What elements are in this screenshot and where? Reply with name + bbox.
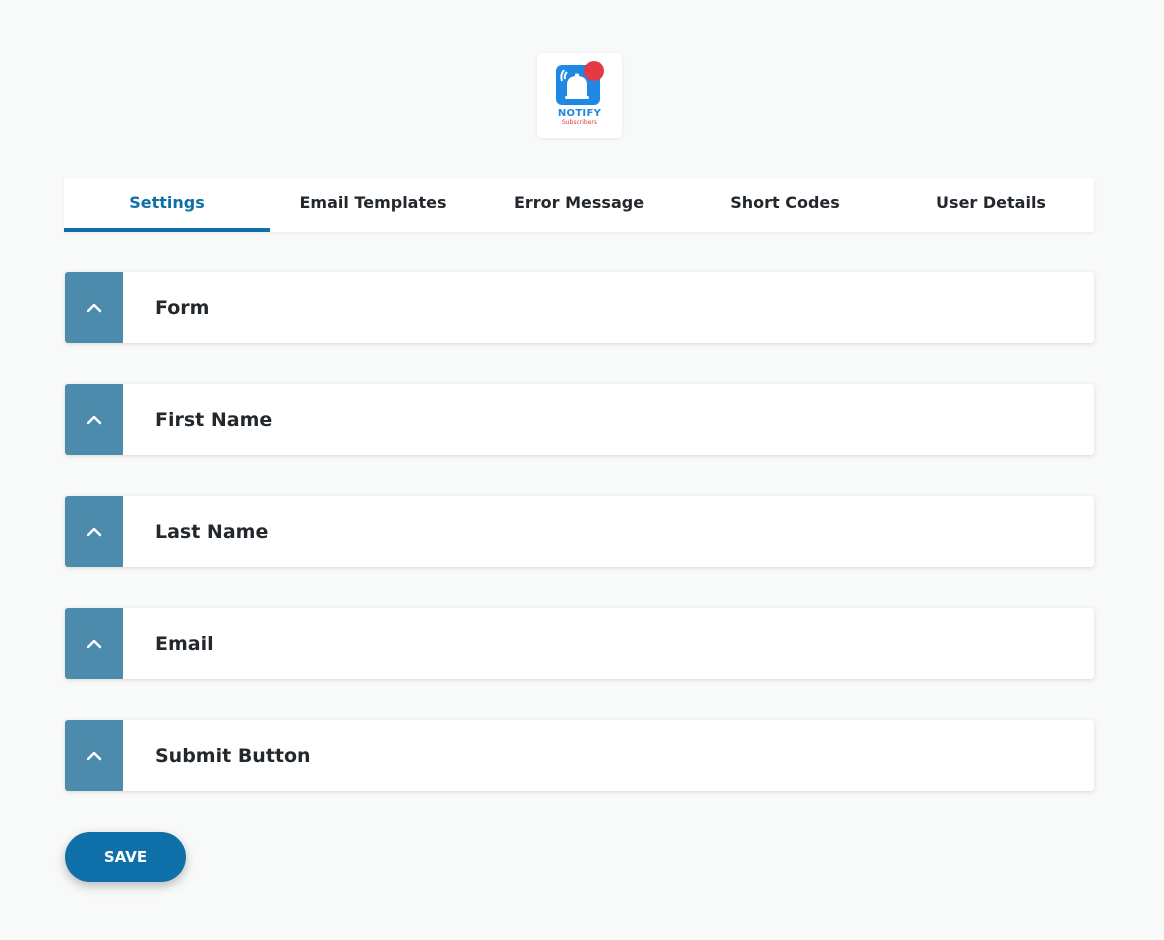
chevron-up-icon: [86, 527, 102, 536]
tab-settings[interactable]: Settings: [64, 178, 270, 232]
tab-error-message[interactable]: Error Message: [476, 178, 682, 232]
bell-notification-icon: [556, 61, 604, 105]
chevron-up-icon: [86, 415, 102, 424]
panel-title: Submit Button: [155, 744, 311, 767]
panel-toggle-button[interactable]: [65, 496, 123, 567]
chevron-up-icon: [86, 303, 102, 312]
panel-title: Email: [155, 632, 214, 655]
panel-title: Form: [155, 296, 210, 319]
settings-page: NOTIFY Subscribers Settings Email Templa…: [0, 0, 1164, 940]
panel-toggle-button[interactable]: [65, 384, 123, 455]
panel-title: First Name: [155, 408, 273, 431]
chevron-up-icon: [86, 639, 102, 648]
logo-text-notify: NOTIFY: [557, 108, 602, 119]
tab-bar: Settings Email Templates Error Message S…: [64, 178, 1094, 232]
panel-title: Last Name: [155, 520, 269, 543]
panel-toggle-button[interactable]: [65, 720, 123, 791]
panel-first-name[interactable]: First Name: [65, 384, 1094, 455]
app-logo: NOTIFY Subscribers: [537, 53, 622, 138]
panel-last-name[interactable]: Last Name: [65, 496, 1094, 567]
chevron-up-icon: [86, 751, 102, 760]
panel-email[interactable]: Email: [65, 608, 1094, 679]
panel-toggle-button[interactable]: [65, 608, 123, 679]
tab-user-details[interactable]: User Details: [888, 178, 1094, 232]
panel-form[interactable]: Form: [65, 272, 1094, 343]
logo-text-subscribers: Subscribers: [561, 119, 598, 126]
panel-toggle-button[interactable]: [65, 272, 123, 343]
tab-email-templates[interactable]: Email Templates: [270, 178, 476, 232]
panel-submit-button[interactable]: Submit Button: [65, 720, 1094, 791]
tab-short-codes[interactable]: Short Codes: [682, 178, 888, 232]
save-button[interactable]: SAVE: [65, 832, 186, 882]
